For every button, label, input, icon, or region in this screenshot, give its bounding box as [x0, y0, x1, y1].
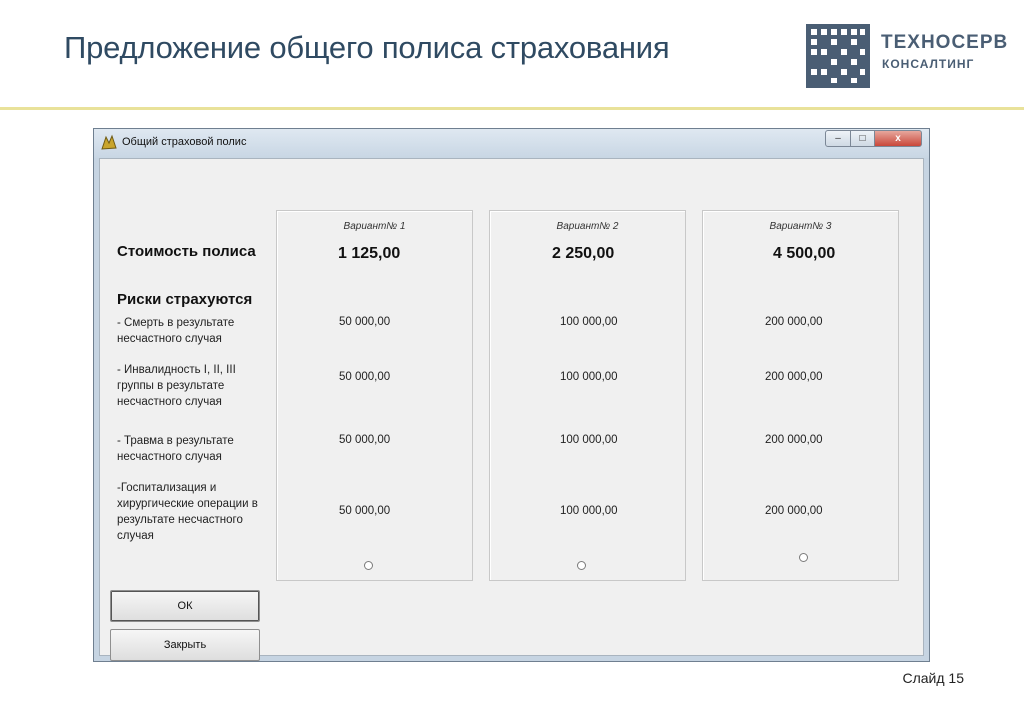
risk-label-injury: - Травма в результате несчастного случая	[117, 435, 234, 463]
variant-price: 1 125,00	[338, 245, 401, 262]
variant-1-radio[interactable]	[364, 561, 373, 570]
policy-cost-label: Стоимость полиса	[117, 243, 256, 260]
window-title: Общий страховой полис	[122, 136, 247, 148]
variant-3-radio[interactable]	[799, 553, 808, 562]
variant-value: 100 000,00	[560, 371, 618, 383]
logo-text-primary: ТЕХНОСЕРВ	[881, 32, 1009, 53]
variant-value: 50 000,00	[339, 505, 391, 517]
variant-title: Вариант№ 2	[556, 221, 619, 232]
policy-window: Общий страховой полис – □ x Стоимость по…	[93, 128, 930, 662]
close-button[interactable]: Закрыть	[110, 629, 260, 661]
variant-panel-3: Вариант№ 3 4 500,00 200 000,00 200 000,0…	[702, 210, 899, 581]
header-divider	[0, 107, 1024, 110]
logo-grid-icon	[806, 24, 870, 88]
logo-text-secondary: КОНСАЛТИНГ	[882, 57, 975, 71]
slide-title: Предложение общего полиса страхования	[64, 30, 670, 65]
variant-2-radio[interactable]	[577, 561, 586, 570]
risk-label-death: - Смерть в результате несчастного случая	[117, 317, 235, 345]
variant-value: 100 000,00	[560, 316, 618, 328]
company-logo: ТЕХНОСЕРВ КОНСАЛТИНГ	[806, 24, 1007, 88]
variant-value: 200 000,00	[765, 316, 823, 328]
app-icon	[101, 134, 117, 150]
variant-price: 4 500,00	[773, 245, 836, 262]
minimize-button[interactable]: –	[825, 130, 851, 147]
risk-label-disability: - Инвалидность I, II, III группы в резул…	[117, 364, 236, 408]
insured-risks-label: Риски страхуются	[117, 291, 253, 308]
variant-value: 50 000,00	[339, 434, 391, 446]
variant-value: 200 000,00	[765, 371, 823, 383]
maximize-button[interactable]: □	[850, 130, 875, 147]
close-window-button[interactable]: x	[874, 130, 922, 147]
risk-label-hospitalization: -Госпитализация и хирургические операции…	[117, 482, 258, 542]
variant-value: 100 000,00	[560, 434, 618, 446]
variant-value: 100 000,00	[560, 505, 618, 517]
slide-number: Слайд 15	[902, 670, 964, 686]
variant-panel-1: Вариант№ 1 1 125,00 50 000,00 50 000,00 …	[276, 210, 473, 581]
variant-price: 2 250,00	[552, 245, 615, 262]
variant-title: Вариант№ 1	[343, 221, 406, 232]
variant-title: Вариант№ 3	[769, 221, 832, 232]
variant-value: 200 000,00	[765, 505, 823, 517]
ok-button[interactable]: ОК	[110, 590, 260, 622]
variant-value: 50 000,00	[339, 316, 391, 328]
window-client-area: Стоимость полиса Риски страхуются - Смер…	[99, 158, 924, 661]
variant-value: 200 000,00	[765, 434, 823, 446]
variant-value: 50 000,00	[339, 371, 391, 383]
window-titlebar[interactable]: Общий страховой полис – □ x	[94, 129, 929, 158]
variant-panel-2: Вариант№ 2 2 250,00 100 000,00 100 000,0…	[489, 210, 686, 581]
